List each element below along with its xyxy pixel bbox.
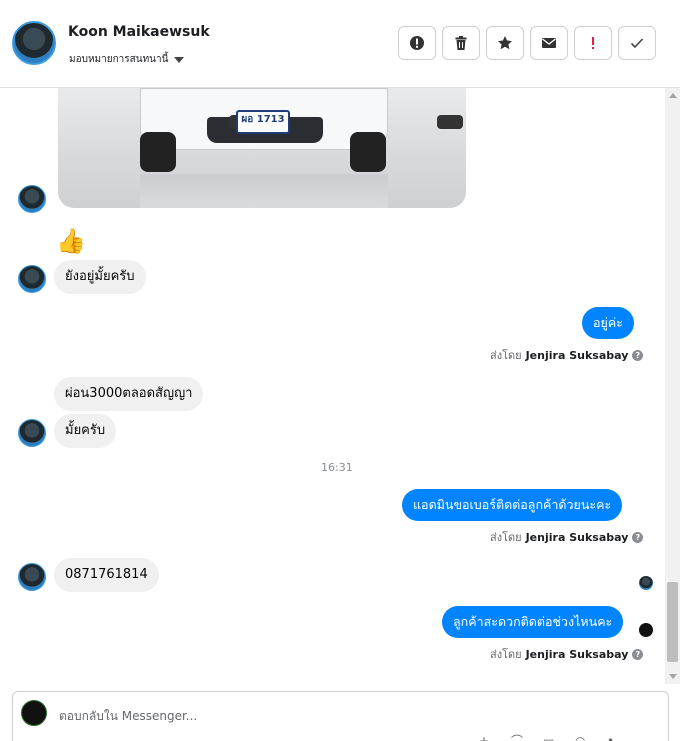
incoming-message[interactable]: ผ่อน3000ตลอดสัญญา bbox=[54, 377, 204, 411]
sender-avatar[interactable] bbox=[18, 419, 46, 447]
attach-icon[interactable]: ⌒ bbox=[511, 734, 525, 741]
mail-icon bbox=[542, 38, 556, 48]
thread-scrollbar[interactable] bbox=[665, 88, 680, 684]
car-tire-shape bbox=[140, 132, 176, 172]
outgoing-message[interactable]: ลูกค้าสะดวกติดต่อช่วงไหนคะ bbox=[442, 606, 624, 638]
star-button[interactable] bbox=[486, 26, 524, 60]
conversation-header: Koon Maikaewsuk มอบหมายการสนทนานี้ bbox=[0, 0, 680, 88]
sent-by-label: ส่งโดย Jenjira Suksabay ? bbox=[490, 346, 644, 364]
thumbs-up-emoji: 👍 bbox=[56, 227, 86, 255]
image-icon[interactable]: ▭ bbox=[543, 734, 557, 741]
mark-unread-button[interactable] bbox=[530, 26, 568, 60]
chevron-down-icon bbox=[174, 56, 185, 63]
composer-toolbar: + ⌒ ▭ ○ • bbox=[479, 734, 621, 741]
reply-input[interactable]: ตอบกลับใน Messenger... bbox=[59, 707, 197, 726]
mark-done-button[interactable] bbox=[618, 26, 656, 60]
conversation-actions bbox=[398, 26, 656, 60]
car-light-shape bbox=[437, 115, 463, 129]
assign-conversation-dropdown[interactable]: มอบหมายการสนทนานี้ bbox=[69, 52, 185, 67]
trash-icon bbox=[455, 36, 467, 50]
info-icon[interactable]: ? bbox=[632, 349, 644, 361]
check-icon bbox=[630, 38, 644, 49]
spam-icon bbox=[410, 36, 424, 50]
emoji-icon[interactable]: ○ bbox=[575, 734, 589, 741]
incoming-message[interactable]: 0871761814 bbox=[54, 558, 159, 592]
contact-name[interactable]: Koon Maikaewsuk bbox=[68, 24, 210, 40]
sender-avatar[interactable] bbox=[18, 563, 46, 591]
info-icon[interactable]: ? bbox=[632, 648, 644, 660]
incoming-message[interactable]: ยังอยู่มั้ยครับ bbox=[54, 260, 146, 294]
sent-by-prefix: ส่งโดย bbox=[490, 648, 522, 661]
sent-by-name: Jenjira Suksabay bbox=[525, 647, 629, 661]
sender-avatar[interactable] bbox=[18, 265, 46, 293]
car-tire-shape bbox=[350, 132, 386, 172]
page-avatar-indicator bbox=[639, 623, 653, 637]
assign-label: มอบหมายการสนทนานี้ bbox=[69, 54, 169, 65]
gif-icon[interactable]: • bbox=[607, 734, 621, 741]
page-avatar bbox=[21, 700, 47, 726]
reply-composer[interactable]: ตอบกลับใน Messenger... + ⌒ ▭ ○ • bbox=[12, 691, 669, 741]
sent-by-prefix: ส่งโดย bbox=[490, 531, 522, 544]
outgoing-message[interactable]: อยู่ค่ะ bbox=[582, 307, 634, 339]
sender-avatar[interactable] bbox=[18, 185, 46, 213]
floor-reflection bbox=[140, 174, 388, 208]
exclamation-icon bbox=[592, 37, 594, 49]
car-photo-attachment[interactable]: ผอ 1713 bbox=[58, 88, 466, 208]
sent-by-name: Jenjira Suksabay bbox=[525, 530, 629, 544]
star-icon bbox=[498, 36, 512, 50]
sent-by-name: Jenjira Suksabay bbox=[525, 348, 629, 362]
scroll-down-arrow-icon[interactable] bbox=[669, 674, 677, 679]
outgoing-message[interactable]: แอดมินขอเบอร์ติดต่อลูกค้าด้วยนะคะ bbox=[402, 489, 623, 521]
message-timestamp: 16:31 bbox=[321, 461, 353, 474]
scrollbar-thumb[interactable] bbox=[667, 582, 678, 662]
incoming-message[interactable]: มั้ยครับ bbox=[54, 414, 117, 448]
scroll-up-arrow-icon[interactable] bbox=[669, 93, 677, 98]
add-icon[interactable]: + bbox=[479, 734, 493, 741]
delete-button[interactable] bbox=[442, 26, 480, 60]
info-icon[interactable]: ? bbox=[632, 531, 644, 543]
follow-up-button[interactable] bbox=[574, 26, 612, 60]
license-plate: ผอ 1713 bbox=[236, 110, 290, 134]
mark-spam-button[interactable] bbox=[398, 26, 436, 60]
sent-by-label: ส่งโดย Jenjira Suksabay ? bbox=[490, 645, 644, 663]
sent-by-label: ส่งโดย Jenjira Suksabay ? bbox=[490, 528, 644, 546]
contact-avatar[interactable] bbox=[12, 21, 56, 65]
message-thread[interactable]: ผอ 1713 👍 ยังอยู่มั้ยครับ อยู่ค่ะ ส่งโดย… bbox=[0, 88, 680, 686]
seen-indicator-avatar bbox=[639, 576, 653, 590]
sent-by-prefix: ส่งโดย bbox=[490, 349, 522, 362]
